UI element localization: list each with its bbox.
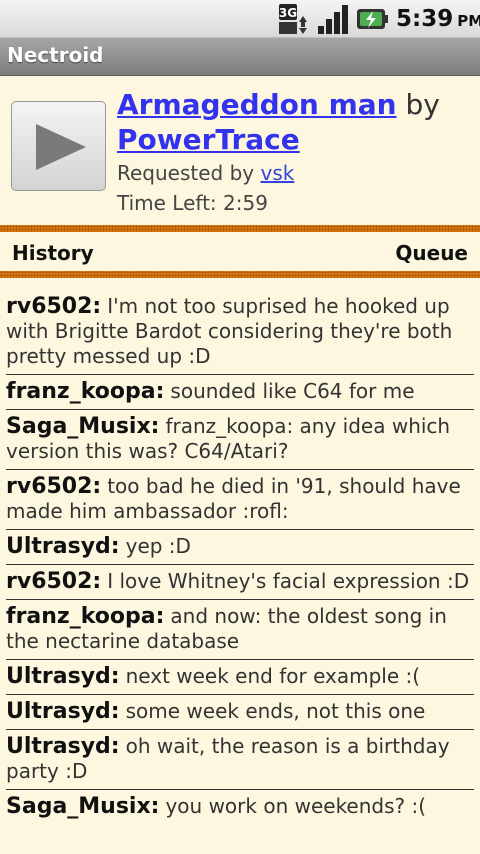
separator-band xyxy=(0,271,480,278)
song-line: Armageddon man by PowerTrace xyxy=(117,87,472,157)
chat-username: Ultrasyd: xyxy=(6,734,120,759)
chat-username: franz_koopa: xyxy=(6,604,165,629)
tab-history[interactable]: History xyxy=(12,241,94,265)
requested-prefix: Requested by xyxy=(117,161,255,185)
chat-text: yep :D xyxy=(125,534,191,558)
chat-username: Saga_Musix: xyxy=(6,414,160,439)
chat-message: Ultrasyd: some week ends, not this one xyxy=(6,695,474,730)
chat-message: rv6502: too bad he died in '91, should ha… xyxy=(6,470,474,530)
svg-text:3G: 3G xyxy=(279,6,297,20)
chat-text: sounded like C64 for me xyxy=(170,379,415,403)
battery-charging-icon xyxy=(357,9,388,29)
chat-text: I love Whitney's facial expression :D xyxy=(107,569,470,593)
requested-by: Requested by vsk xyxy=(117,161,294,185)
chat-username: Ultrasyd: xyxy=(6,699,120,724)
chat-message: Ultrasyd: oh wait, the reason is a birthd… xyxy=(6,730,474,790)
chat-message: rv6502: I'm not too suprised he hooked up… xyxy=(6,292,474,375)
chat-message: Saga_Musix: you work on weekends? :( xyxy=(6,790,474,824)
clock-time: 5:39 xyxy=(396,6,454,32)
chat-username: rv6502: xyxy=(6,474,102,499)
chat-message: rv6502: I love Whitney's facial expressio… xyxy=(6,565,474,600)
artist-link[interactable]: PowerTrace xyxy=(117,123,300,156)
chat-text: you work on weekends? :( xyxy=(165,794,427,818)
chat-panel[interactable]: rv6502: I'm not too suprised he hooked up… xyxy=(0,278,480,854)
by-text: by xyxy=(405,88,440,121)
chat-username: Ultrasyd: xyxy=(6,534,120,559)
chat-message: Ultrasyd: next week end for example :( xyxy=(6,660,474,695)
chat-message: franz_koopa: and now: the oldest song in … xyxy=(6,600,474,660)
chat-message: Saga_Musix: franz_koopa: any idea which v… xyxy=(6,410,474,470)
tab-bar: History Queue xyxy=(0,232,480,271)
chat-message: Ultrasyd: yep :D xyxy=(6,530,474,565)
chat-username: Saga_Musix: xyxy=(6,794,160,819)
separator-band xyxy=(0,225,480,232)
chat-message: franz_koopa: sounded like C64 for me xyxy=(6,375,474,410)
chat-username: rv6502: xyxy=(6,294,102,319)
signal-icon xyxy=(318,5,348,34)
tab-queue[interactable]: Queue xyxy=(395,241,468,265)
3g-icon: 3G xyxy=(279,4,307,34)
app-title-bar: Nectroid xyxy=(0,38,480,76)
chat-username: franz_koopa: xyxy=(6,379,165,404)
play-button[interactable] xyxy=(11,101,106,191)
song-title-link[interactable]: Armageddon man xyxy=(117,88,397,121)
chat-list: rv6502: I'm not too suprised he hooked up… xyxy=(6,292,474,824)
chat-username: Ultrasyd: xyxy=(6,664,120,689)
requester-link[interactable]: vsk xyxy=(261,161,295,185)
chat-text: next week end for example :( xyxy=(125,664,421,688)
time-left: Time Left: 2:59 xyxy=(117,191,268,215)
chat-text: some week ends, not this one xyxy=(125,699,426,723)
play-icon xyxy=(36,124,86,170)
chat-username: rv6502: xyxy=(6,569,102,594)
app-title: Nectroid xyxy=(7,43,104,67)
clock-ampm: PM xyxy=(457,12,480,30)
now-playing-panel: Armageddon man by PowerTrace Requested b… xyxy=(0,77,480,225)
status-bar: 3G 5:39 PM xyxy=(0,0,480,38)
clock: 5:39 PM xyxy=(396,4,480,34)
